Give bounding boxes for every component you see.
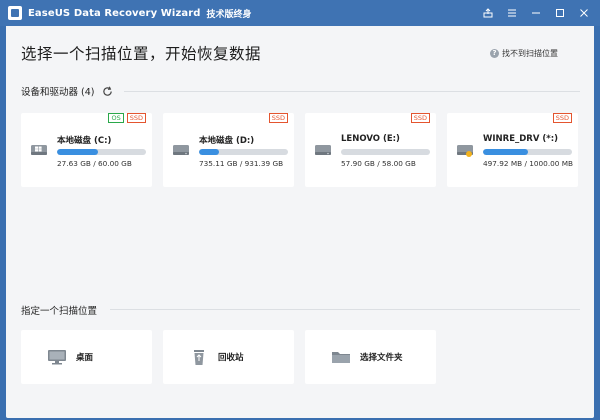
ssd-badge: SSD: [268, 113, 288, 123]
drive-usage-fill: [483, 149, 528, 155]
close-icon[interactable]: [572, 2, 596, 24]
location-label: 桌面: [76, 353, 94, 363]
drive-usage-bar: [483, 149, 572, 155]
app-edition: 技术版终身: [206, 9, 252, 20]
drive-name: 本地磁盘 (C:): [57, 136, 112, 146]
windows-drive-icon: [31, 145, 47, 155]
drive-size: 27.63 GB / 60.00 GB: [57, 159, 132, 168]
ssd-badge: SSD: [410, 113, 430, 123]
app-title: EaseUS Data Recovery Wizard: [28, 7, 201, 19]
drive-card-winre[interactable]: SSD WINRE_DRV (*:) 497.92 MB / 1000.00 M…: [447, 113, 578, 187]
title-bar: EaseUS Data Recovery Wizard 技术版终身: [0, 0, 600, 26]
export-icon[interactable]: [476, 2, 500, 24]
drive-usage-bar: [199, 149, 288, 155]
minimize-icon[interactable]: [524, 2, 548, 24]
folder-icon: [332, 352, 350, 363]
help-link[interactable]: ? 找不到扫描位置: [490, 48, 558, 59]
location-recycle-bin[interactable]: 回收站: [163, 330, 294, 384]
drive-name: LENOVO (E:): [341, 134, 400, 144]
app-logo-icon: [8, 6, 22, 20]
desktop-icon: [48, 350, 66, 365]
drive-usage-bar: [341, 149, 430, 155]
ssd-badge: SSD: [552, 113, 572, 123]
maximize-icon[interactable]: [548, 2, 572, 24]
location-label: 回收站: [218, 353, 244, 363]
drive-usage-fill: [199, 149, 220, 155]
drive-name: WINRE_DRV (*:): [483, 134, 559, 144]
drive-usage-bar: [57, 149, 146, 155]
window-controls: [476, 0, 596, 26]
drive-card-c[interactable]: OS SSD 本地磁盘 (C:) 27.63 GB / 60.00 GB: [21, 113, 152, 187]
question-icon: ?: [490, 49, 499, 58]
drive-size: 497.92 MB / 1000.00 MB: [483, 159, 574, 168]
drive-card-d[interactable]: SSD 本地磁盘 (D:) 735.11 GB / 931.39 GB: [163, 113, 294, 187]
location-label: 选择文件夹: [360, 353, 403, 363]
drive-name: 本地磁盘 (D:): [199, 136, 255, 146]
locations-section-header: 指定一个扫描位置: [21, 303, 97, 317]
location-select-folder[interactable]: 选择文件夹: [305, 330, 436, 384]
drive-size: 735.11 GB / 931.39 GB: [199, 159, 284, 168]
hard-drive-icon: [315, 145, 331, 155]
recycle-bin-icon: [194, 350, 204, 365]
refresh-icon[interactable]: [102, 86, 113, 97]
drive-size: 57.90 GB / 58.00 GB: [341, 159, 416, 168]
devices-divider: [124, 91, 580, 92]
os-badge: OS: [108, 113, 124, 123]
menu-icon[interactable]: [500, 2, 524, 24]
hard-drive-warning-icon: [457, 145, 473, 157]
drive-badges: SSD: [410, 113, 430, 123]
devices-section-header: 设备和驱动器 (4): [21, 84, 113, 98]
locations-section-title: 指定一个扫描位置: [21, 306, 98, 317]
page-title: 选择一个扫描位置，开始恢复数据: [21, 45, 262, 63]
hard-drive-icon: [173, 145, 189, 155]
ssd-badge: SSD: [126, 113, 146, 123]
devices-section-title: 设备和驱动器 (4): [21, 87, 95, 98]
drive-badges: OS SSD: [108, 113, 146, 123]
drive-badges: SSD: [552, 113, 572, 123]
location-desktop[interactable]: 桌面: [21, 330, 152, 384]
drive-usage-fill: [57, 149, 98, 155]
help-link-label: 找不到扫描位置: [502, 49, 558, 58]
drive-badges: SSD: [268, 113, 288, 123]
locations-divider: [110, 309, 580, 310]
main-panel: 选择一个扫描位置，开始恢复数据 ? 找不到扫描位置 设备和驱动器 (4) OS …: [6, 26, 594, 418]
drive-card-e[interactable]: SSD LENOVO (E:) 57.90 GB / 58.00 GB: [305, 113, 436, 187]
